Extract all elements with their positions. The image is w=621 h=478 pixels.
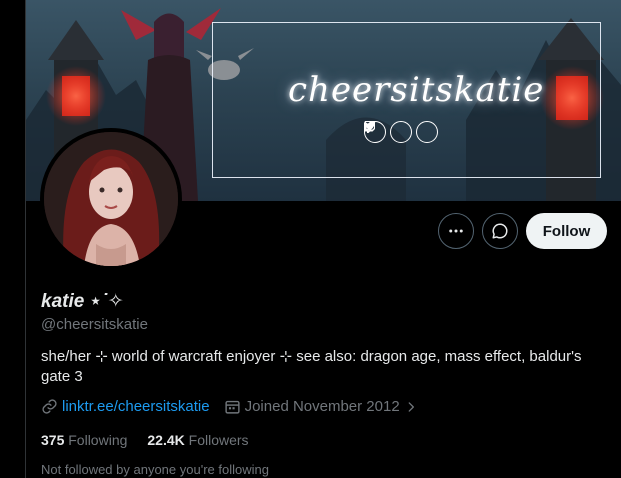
following-label: Following: [68, 432, 128, 448]
followed-by-text: Not followed by anyone you're following: [41, 462, 269, 477]
calendar-icon: [224, 398, 241, 415]
banner-social-icons: [364, 121, 438, 143]
website-link-text[interactable]: linktr.ee/cheersitskatie: [62, 398, 210, 415]
message-bubble-icon: [492, 223, 508, 239]
followers-stat[interactable]: 22.4K Followers: [147, 432, 248, 448]
profile-meta-row: linktr.ee/cheersitskatie Joined November…: [41, 398, 422, 415]
left-gutter: [0, 0, 26, 478]
profile-display-name: katie ⋆˙✧: [41, 291, 124, 312]
avatar-portrait: [44, 132, 178, 266]
more-options-button[interactable]: [438, 213, 474, 249]
profile-bio: she/her ⊹ world of warcraft enjoyer ⊹ se…: [41, 348, 582, 385]
follow-button[interactable]: Follow: [526, 213, 607, 249]
banner-brand-text: cheersitskatie: [288, 70, 545, 110]
followers-label: Followers: [188, 432, 249, 448]
twitch-icon: [364, 121, 438, 143]
tiktok-icon: [364, 121, 412, 143]
profile-website-link[interactable]: linktr.ee/cheersitskatie: [41, 398, 210, 415]
following-stat[interactable]: 375 Following: [41, 432, 127, 448]
profile-joined-date[interactable]: Joined November 2012: [224, 398, 422, 415]
followers-count: 22.4K: [147, 432, 185, 448]
following-count: 375: [41, 432, 65, 448]
profile-stats: 375 Following 22.4K Followers: [41, 432, 269, 448]
profile-avatar[interactable]: [40, 128, 182, 270]
link-icon: [41, 398, 58, 415]
joined-text: Joined November 2012: [244, 398, 400, 415]
profile-handle: @cheersitskatie: [41, 316, 148, 333]
message-button[interactable]: [482, 213, 518, 249]
chevron-right-icon: [404, 400, 418, 414]
more-dots-icon: [449, 229, 463, 233]
